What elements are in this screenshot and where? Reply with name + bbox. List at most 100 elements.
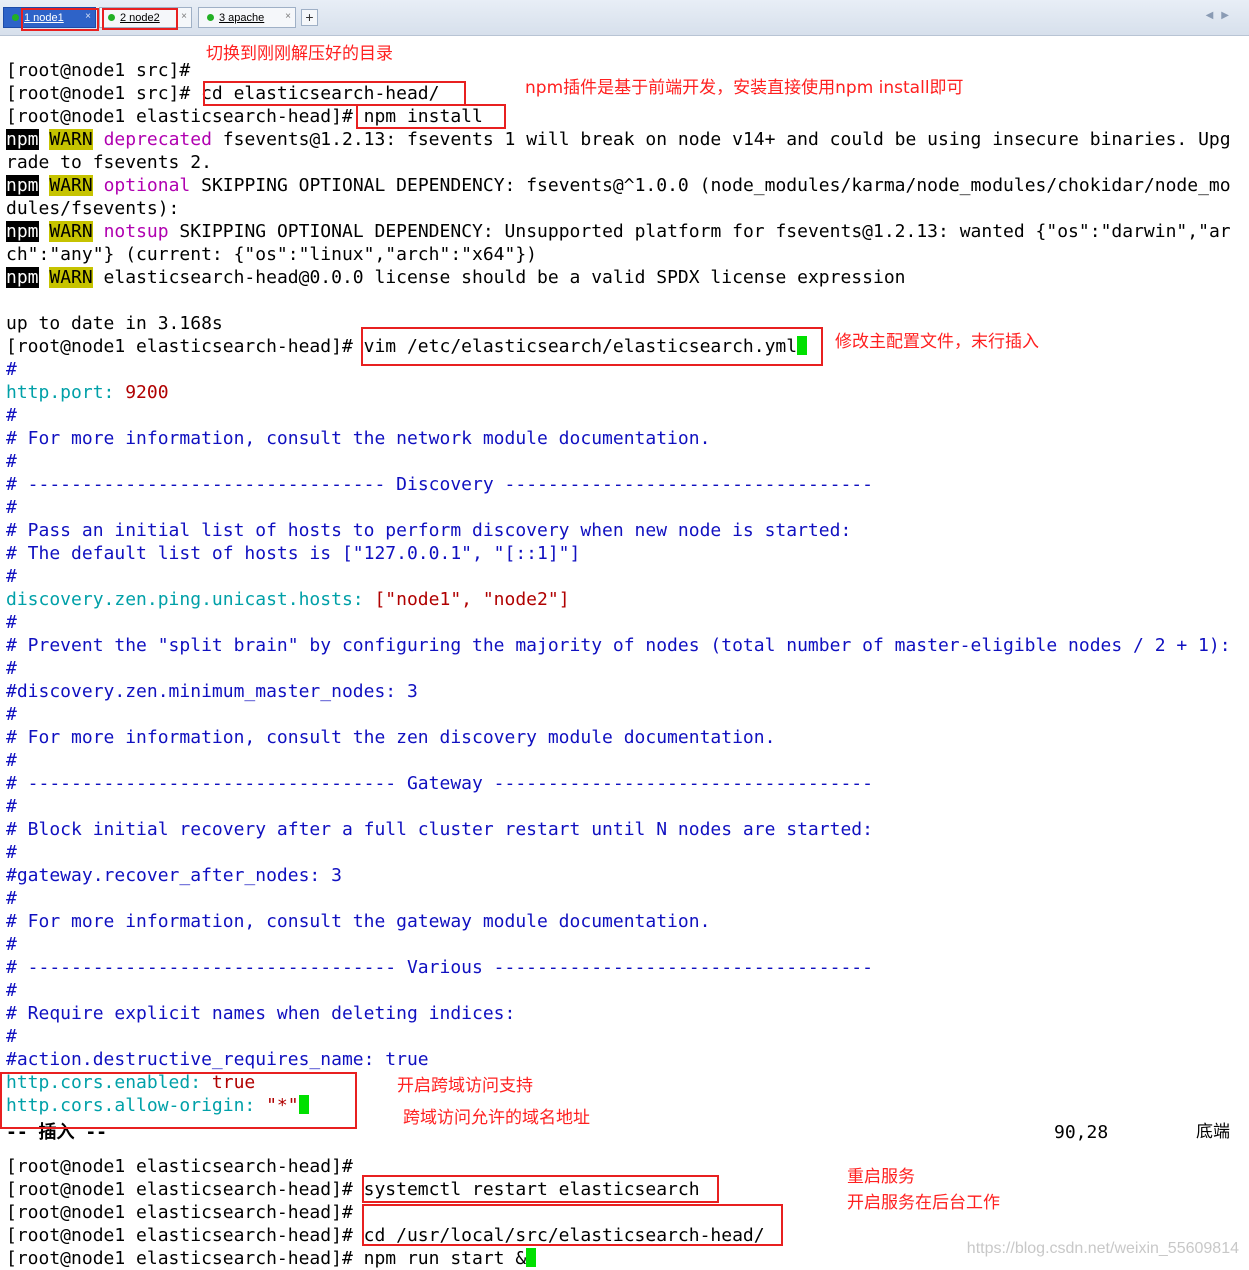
warn-badge: WARN <box>49 221 93 242</box>
divider-text: ----------------------------------- <box>482 957 873 978</box>
annotation-note: npm插件是基于前端开发，安装直接使用npm install即可 <box>525 78 964 98</box>
highlight-box-tab <box>21 8 99 31</box>
config-comment: # <box>6 359 17 380</box>
config-value: ["node1", "node2"] <box>363 589 570 610</box>
terminal-cursor <box>526 1248 537 1267</box>
config-comment: # Pass an initial list of hosts to perfo… <box>6 520 852 541</box>
config-comment: # <box>6 405 17 426</box>
npm-warning-line: npm WARN optional SKIPPING OPTIONAL DEPE… <box>6 174 1231 197</box>
close-icon[interactable]: × <box>285 11 291 22</box>
npm-warning-line: npm WARN elasticsearch-head@0.0.0 licens… <box>6 266 906 289</box>
terminal-line: [root@node1 elasticsearch-head]# npm run… <box>6 1247 537 1270</box>
highlight-box-cors-settings <box>0 1072 357 1129</box>
warn-badge: WARN <box>49 129 93 150</box>
config-comment: # Prevent the "split brain" by configuri… <box>6 635 1231 656</box>
close-icon[interactable]: × <box>181 11 187 22</box>
config-comment: # <box>6 888 17 909</box>
config-comment: # <box>6 704 17 725</box>
terminal-line: ch":"any"} (current: {"os":"linux","arch… <box>6 244 538 265</box>
config-comment: # For more information, consult the netw… <box>6 428 711 449</box>
config-comment: # Block initial recovery after a full cl… <box>6 819 873 840</box>
npm-badge: npm <box>6 175 39 196</box>
config-comment: # For more information, consult the zen … <box>6 727 776 748</box>
config-key: discovery.zen.ping.unicast.hosts: <box>6 589 364 610</box>
npm-warning-line: npm WARN notsup SKIPPING OPTIONAL DEPEND… <box>6 220 1231 243</box>
warning-text: elasticsearch-head@0.0.0 license should … <box>92 267 906 288</box>
section-title: Discovery <box>396 474 494 495</box>
section-title: Gateway <box>406 773 483 794</box>
highlight-box-restart-command <box>362 1175 719 1203</box>
highlight-box-tab <box>102 8 178 30</box>
divider-text: ---------------------------------- <box>493 474 873 495</box>
divider-text: # ---------------------------------- <box>6 957 407 978</box>
highlight-box-npm-install <box>356 104 506 129</box>
highlight-box-cd-head-command <box>362 1204 783 1246</box>
watermark: https://blog.csdn.net/weixin_55609814 <box>966 1240 1239 1257</box>
annotation-note: 切换到刚刚解压好的目录 <box>206 44 393 64</box>
annotation-note: 开启跨域访问支持 <box>397 1076 533 1096</box>
config-comment: #action.destructive_requires_name: true <box>6 1049 429 1070</box>
new-tab-button[interactable]: + <box>301 9 318 26</box>
warning-type: notsup <box>103 221 169 242</box>
config-comment: # For more information, consult the gate… <box>6 911 711 932</box>
config-comment: # <box>6 566 17 587</box>
annotation-note: 跨域访问允许的域名地址 <box>403 1108 590 1128</box>
divider-text: # --------------------------------- <box>6 474 397 495</box>
config-section-header: # ---------------------------------- Var… <box>6 956 873 979</box>
highlight-box-vim-command <box>361 327 823 366</box>
vim-scroll-position: 底端 <box>1196 1122 1230 1142</box>
config-comment: # <box>6 796 17 817</box>
npm-badge: npm <box>6 129 39 150</box>
warning-type: optional <box>103 175 191 196</box>
warning-text: fsevents@1.2.13: fsevents 1 will break o… <box>211 129 1231 150</box>
config-comment: # <box>6 612 17 633</box>
warning-text: SKIPPING OPTIONAL DEPENDENCY: Unsupporte… <box>168 221 1231 242</box>
warning-type: deprecated <box>103 129 212 150</box>
connected-status-icon <box>207 14 214 21</box>
highlight-box-cd-command <box>203 81 466 106</box>
config-comment: # <box>6 750 17 771</box>
warning-text: SKIPPING OPTIONAL DEPENDENCY: fsevents@^… <box>190 175 1231 196</box>
config-value: 9200 <box>114 382 169 403</box>
config-comment: # <box>6 842 17 863</box>
annotation-note: 重启服务 <box>847 1167 915 1187</box>
warn-badge: WARN <box>49 267 93 288</box>
connected-status-icon <box>12 14 19 21</box>
command-text: [root@node1 elasticsearch-head]# npm run… <box>6 1248 527 1269</box>
terminal-line: up to date in 3.168s <box>6 313 223 334</box>
vim-cursor-position: 90,28 <box>1054 1122 1109 1143</box>
session-tab-bar: 1 node1 × 2 node2 × 3 apache × + ◀▶ <box>0 0 1249 36</box>
config-section-header: # --------------------------------- Disc… <box>6 473 873 496</box>
divider-text: # ---------------------------------- <box>6 773 407 794</box>
section-title: Various <box>406 957 483 978</box>
npm-badge: npm <box>6 221 39 242</box>
divider-text: ----------------------------------- <box>482 773 873 794</box>
config-comment: # <box>6 1026 17 1047</box>
config-comment: # <box>6 658 17 679</box>
config-comment: # <box>6 497 17 518</box>
config-section-header: # ---------------------------------- Gat… <box>6 772 873 795</box>
tab-label: 3 apache <box>219 11 265 24</box>
config-setting: http.port: 9200 <box>6 381 169 404</box>
config-comment: #gateway.recover_after_nodes: 3 <box>6 865 342 886</box>
npm-badge: npm <box>6 267 39 288</box>
config-comment: # <box>6 934 17 955</box>
config-comment: # Require explicit names when deleting i… <box>6 1003 516 1024</box>
tab-scroll-arrows-icon[interactable]: ◀▶ <box>1206 10 1237 21</box>
npm-warning-line: npm WARN deprecated fsevents@1.2.13: fse… <box>6 128 1231 151</box>
terminal-line: rade to fsevents 2. <box>6 152 212 173</box>
terminal-line: dules/fsevents): <box>6 198 180 219</box>
config-key: http.port: <box>6 382 115 403</box>
terminal-line: [root@node1 src]# <box>6 60 191 81</box>
tab-apache[interactable]: 3 apache × <box>198 7 296 28</box>
config-setting: discovery.zen.ping.unicast.hosts: ["node… <box>6 588 570 611</box>
terminal-line: [root@node1 elasticsearch-head]# <box>6 1156 353 1177</box>
annotation-note: 修改主配置文件，末行插入 <box>835 332 1039 352</box>
config-comment: #discovery.zen.minimum_master_nodes: 3 <box>6 681 418 702</box>
config-comment: # <box>6 980 17 1001</box>
config-comment: # The default list of hosts is ["127.0.0… <box>6 543 581 564</box>
annotation-note: 开启服务在后台工作 <box>847 1193 1000 1213</box>
warn-badge: WARN <box>49 175 93 196</box>
terminal-line: [root@node1 elasticsearch-head]# <box>6 1202 353 1223</box>
config-comment: # <box>6 451 17 472</box>
